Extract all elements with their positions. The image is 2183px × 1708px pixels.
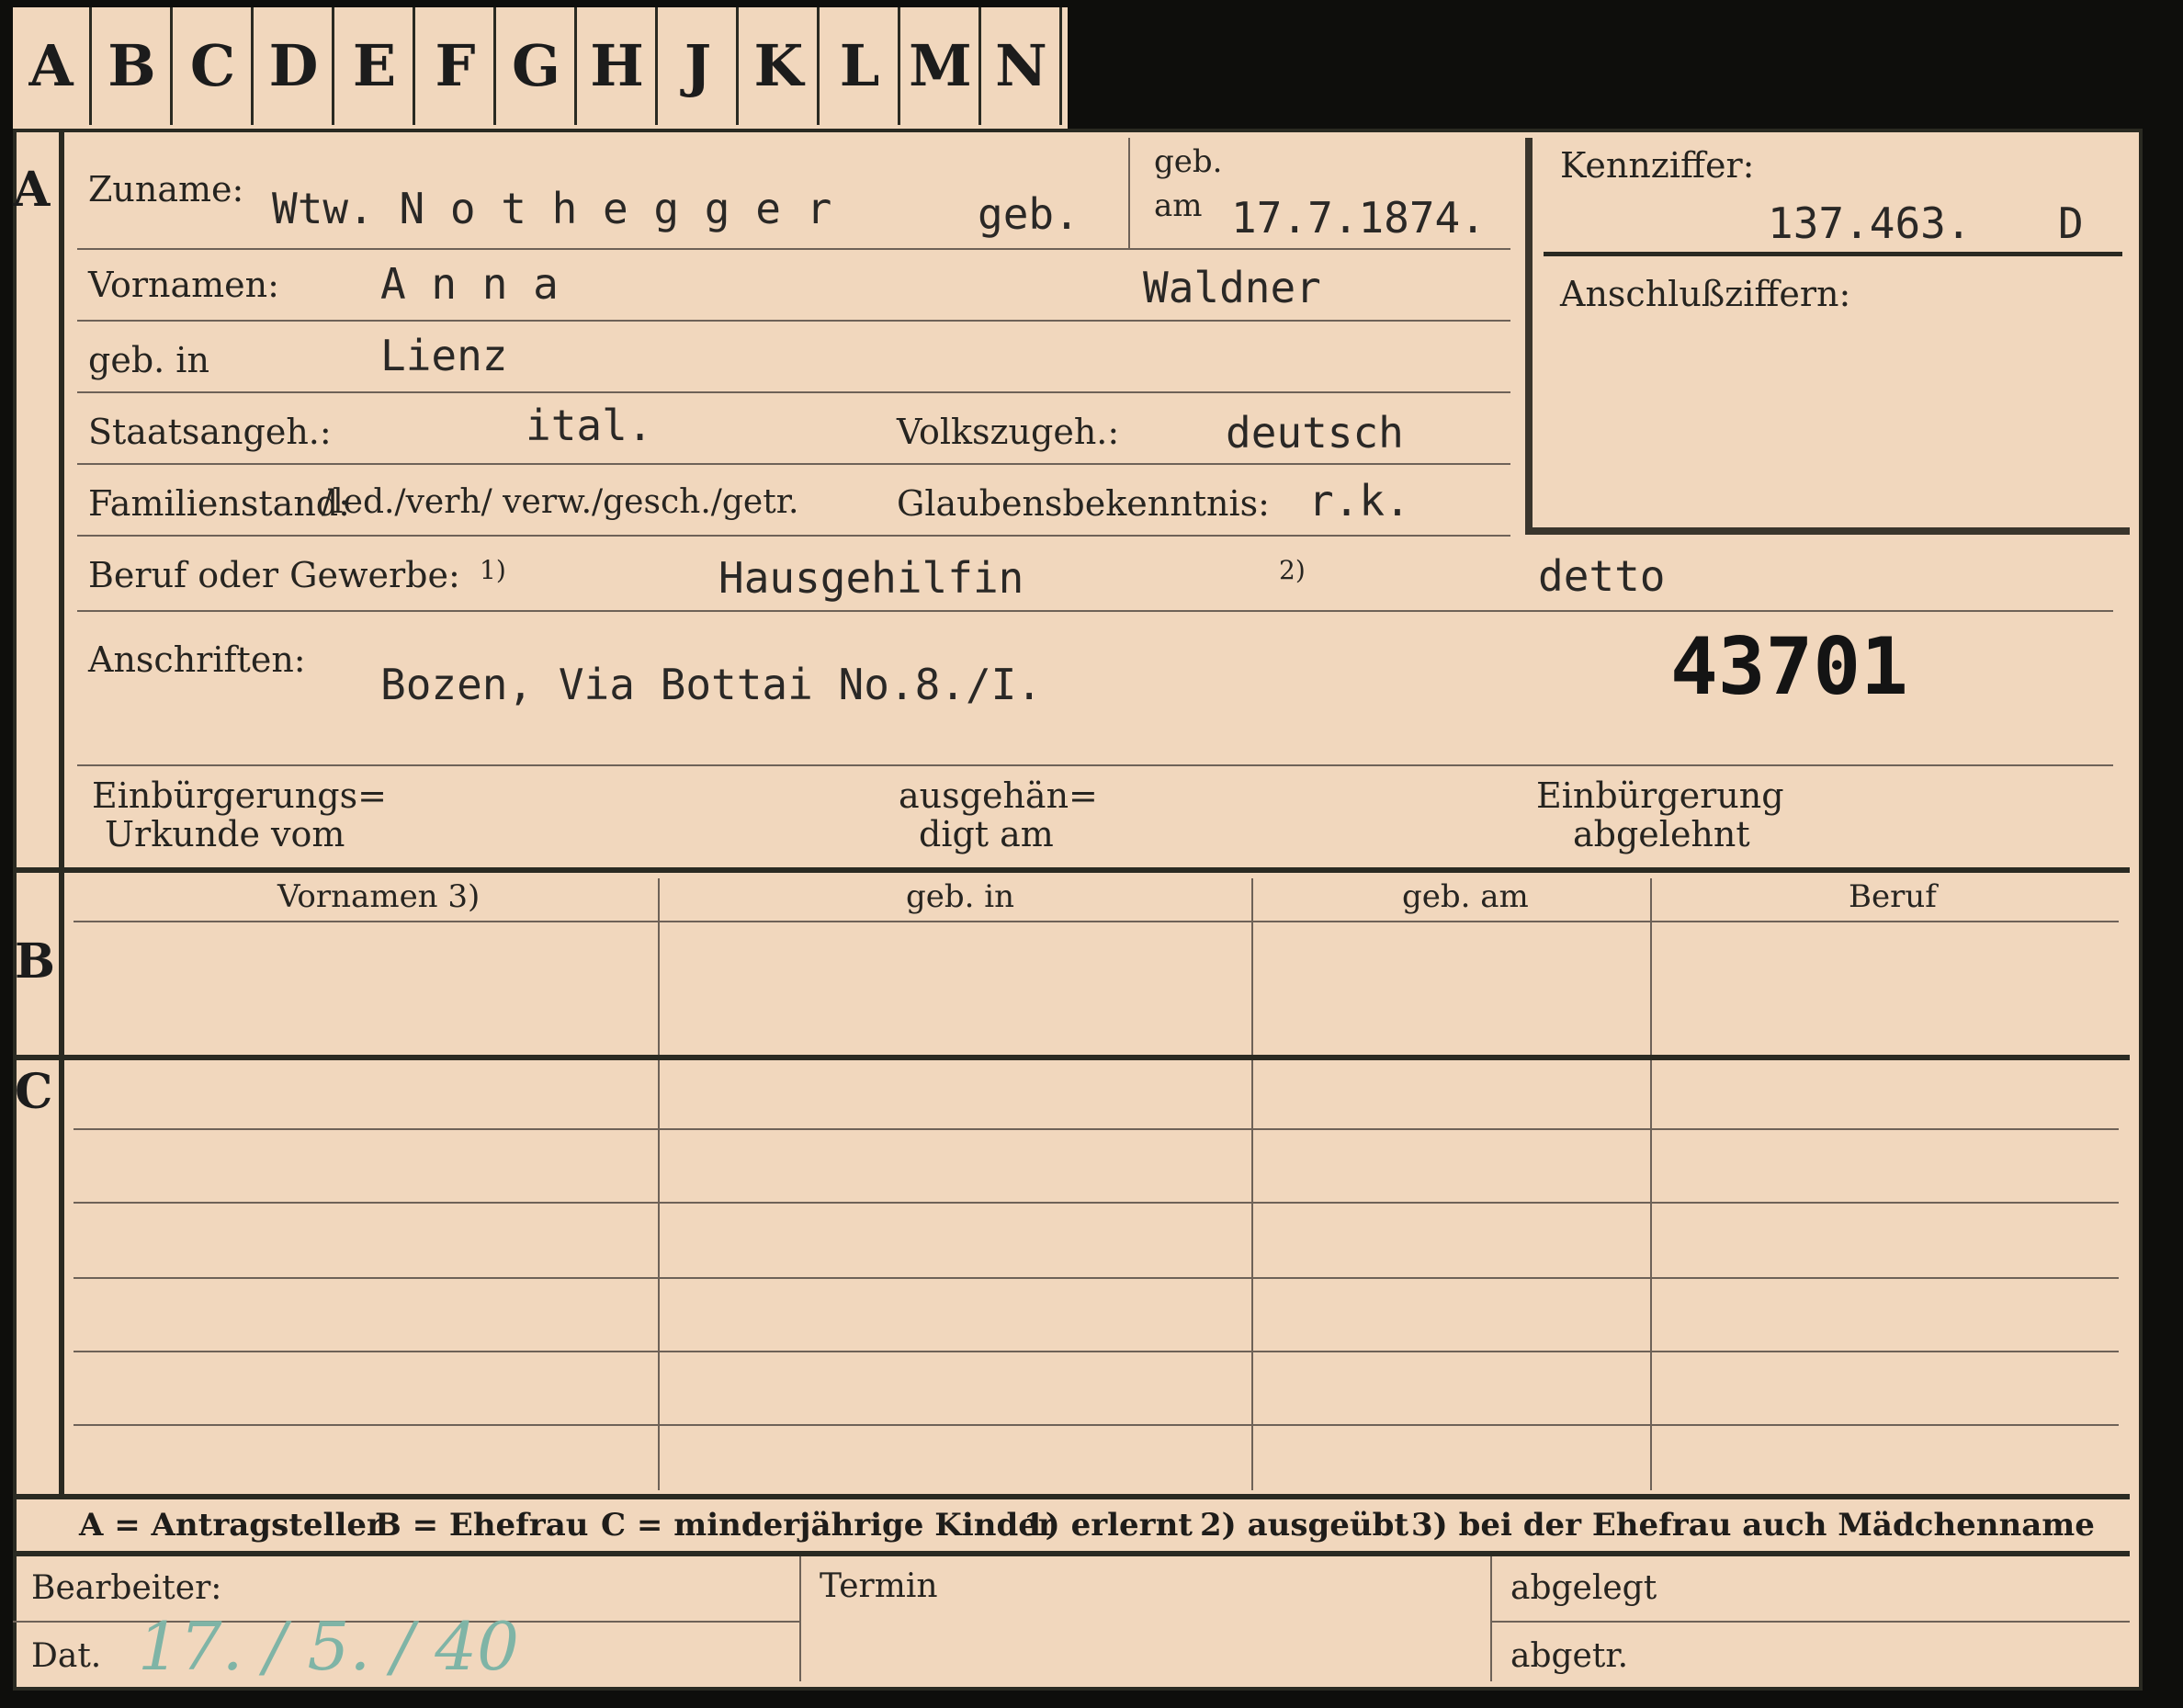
column-header-beruf: Beruf xyxy=(1849,878,1937,915)
kennziffer-value: 137.463. xyxy=(1768,198,1972,248)
abgelehnt-label-line1: Einbürgerung xyxy=(1536,775,1784,816)
vornamen-value: A n n a xyxy=(380,259,559,309)
column-divider xyxy=(1650,878,1652,1490)
column-divider xyxy=(658,878,660,1490)
beruf-note-2: 2) xyxy=(1279,555,1306,585)
child-row-rule xyxy=(74,1424,2119,1426)
row-rule xyxy=(77,320,1510,322)
geb-word: geb. xyxy=(978,189,1080,239)
legend-note-1: 1) erlernt xyxy=(1024,1507,1193,1544)
tab-letter: N xyxy=(983,7,1062,125)
glauben-label: Glaubensbekenntnis: xyxy=(897,483,1270,524)
einb-label-line1: Einbürgerungs= xyxy=(92,775,387,816)
left-rule xyxy=(59,129,64,1498)
footer-divider xyxy=(799,1556,801,1681)
row-rule xyxy=(77,248,1510,250)
tab-letter: F xyxy=(417,7,496,125)
footer-rule xyxy=(1490,1621,2130,1623)
termin-label: Termin xyxy=(820,1567,938,1605)
kennziffer-rule xyxy=(1544,252,2122,256)
header-rule xyxy=(74,921,2119,922)
row-rule xyxy=(77,764,2113,766)
tab-letter: E xyxy=(336,7,415,125)
volkszugeh-label: Volkszugeh.: xyxy=(897,412,1120,452)
column-divider xyxy=(1251,878,1253,1490)
ausgeh-label-line1: ausgehän= xyxy=(899,775,1098,816)
am-label: am xyxy=(1154,187,1203,224)
familienstand-options: /led./verh/ verw./gesch./getr. xyxy=(322,483,799,521)
tab-letter: J xyxy=(660,7,739,125)
row-rule xyxy=(77,391,1510,393)
beruf-value-2: detto xyxy=(1538,551,1666,601)
legend-note-2: 2) ausgeübt xyxy=(1200,1507,1409,1544)
geb-am-value: 17.7.1874. xyxy=(1231,193,1486,243)
glauben-value: r.k. xyxy=(1308,476,1410,526)
zuname-label: Zuname: xyxy=(88,169,244,209)
einb-label-line2: Urkunde vom xyxy=(105,814,345,854)
section-b-label: B xyxy=(15,933,55,990)
stamp-number: 43701 xyxy=(1670,621,1908,713)
abgetr-label: abgetr. xyxy=(1510,1637,1629,1675)
column-header-vornamen: Vornamen 3) xyxy=(277,878,481,915)
staatsangeh-value: ital. xyxy=(526,401,653,450)
section-a-label: A xyxy=(13,162,51,218)
column-header-geb-in: geb. in xyxy=(906,878,1015,915)
kennziffer-suffix: D xyxy=(2058,198,2084,248)
geb-in-value: Lienz xyxy=(380,331,508,380)
child-row-rule xyxy=(74,1351,2119,1352)
row-rule xyxy=(77,535,1510,537)
tab-letter: L xyxy=(821,7,900,125)
ausgeh-label-line2: digt am xyxy=(919,814,1054,854)
anschriften-label: Anschriften: xyxy=(88,639,306,680)
staatsangeh-label: Staatsangeh.: xyxy=(88,412,332,452)
section-separator-bc xyxy=(13,1055,2130,1060)
zuname-value: Wtw. N o t h e g g e r xyxy=(272,184,832,233)
bearbeiter-label: Bearbeiter: xyxy=(31,1569,222,1607)
abgelegt-label: abgelegt xyxy=(1510,1569,1657,1607)
legend-note-3: 3) bei der Ehefrau auch Mädchenname xyxy=(1411,1507,2095,1544)
kennziffer-label: Kennziffer: xyxy=(1560,145,1755,186)
tab-letter: M xyxy=(902,7,981,125)
child-row-rule xyxy=(74,1128,2119,1130)
column-header-geb-am: geb. am xyxy=(1402,878,1529,915)
geb-divider xyxy=(1128,138,1130,248)
row-rule xyxy=(77,610,2113,612)
kennziffer-box xyxy=(1525,138,2130,535)
legend-c: C = minderjährige Kinder xyxy=(601,1507,1055,1544)
anschriften-value: Bozen, Via Bottai No.8./I. xyxy=(380,660,1043,709)
legend-a: A = Antragsteller xyxy=(79,1507,383,1544)
tab-letter: K xyxy=(741,7,820,125)
alphabet-tab-strip: A B C D E F G H J K L M N xyxy=(13,7,1068,129)
child-row-rule xyxy=(74,1277,2119,1279)
tab-letter: B xyxy=(94,7,173,125)
legend-b: B = Ehefrau xyxy=(375,1507,589,1544)
dat-label: Dat. xyxy=(31,1637,102,1675)
dat-value: 17. / 5. / 40 xyxy=(138,1608,519,1685)
volkszugeh-value: deutsch xyxy=(1226,408,1404,458)
tab-letter: A xyxy=(13,7,92,125)
vornamen-label: Vornamen: xyxy=(88,265,279,305)
beruf-value: Hausgehilfin xyxy=(718,553,1024,603)
abgelehnt-label-line2: abgelehnt xyxy=(1573,814,1750,854)
section-separator-ab xyxy=(13,867,2130,873)
beruf-label: Beruf oder Gewerbe: xyxy=(88,555,460,595)
tab-letter: D xyxy=(255,7,334,125)
child-row-rule xyxy=(74,1202,2119,1204)
anschluss-label: Anschlußziffern: xyxy=(1560,274,1851,314)
geb-in-label: geb. in xyxy=(88,340,209,380)
beruf-note-1: 1) xyxy=(480,555,506,585)
tab-letter: H xyxy=(579,7,658,125)
row-rule xyxy=(77,463,1510,465)
tab-letter: G xyxy=(498,7,577,125)
footer-divider xyxy=(1490,1556,1492,1681)
tab-letter: C xyxy=(175,7,254,125)
geb-label: geb. xyxy=(1154,143,1223,180)
legend-top-rule xyxy=(13,1494,2130,1499)
familienstand-label: Familienstand: xyxy=(88,483,350,524)
section-c-label: C xyxy=(15,1064,53,1120)
legend-bottom-rule xyxy=(13,1551,2130,1556)
maiden-name: Waldner xyxy=(1143,263,1321,312)
